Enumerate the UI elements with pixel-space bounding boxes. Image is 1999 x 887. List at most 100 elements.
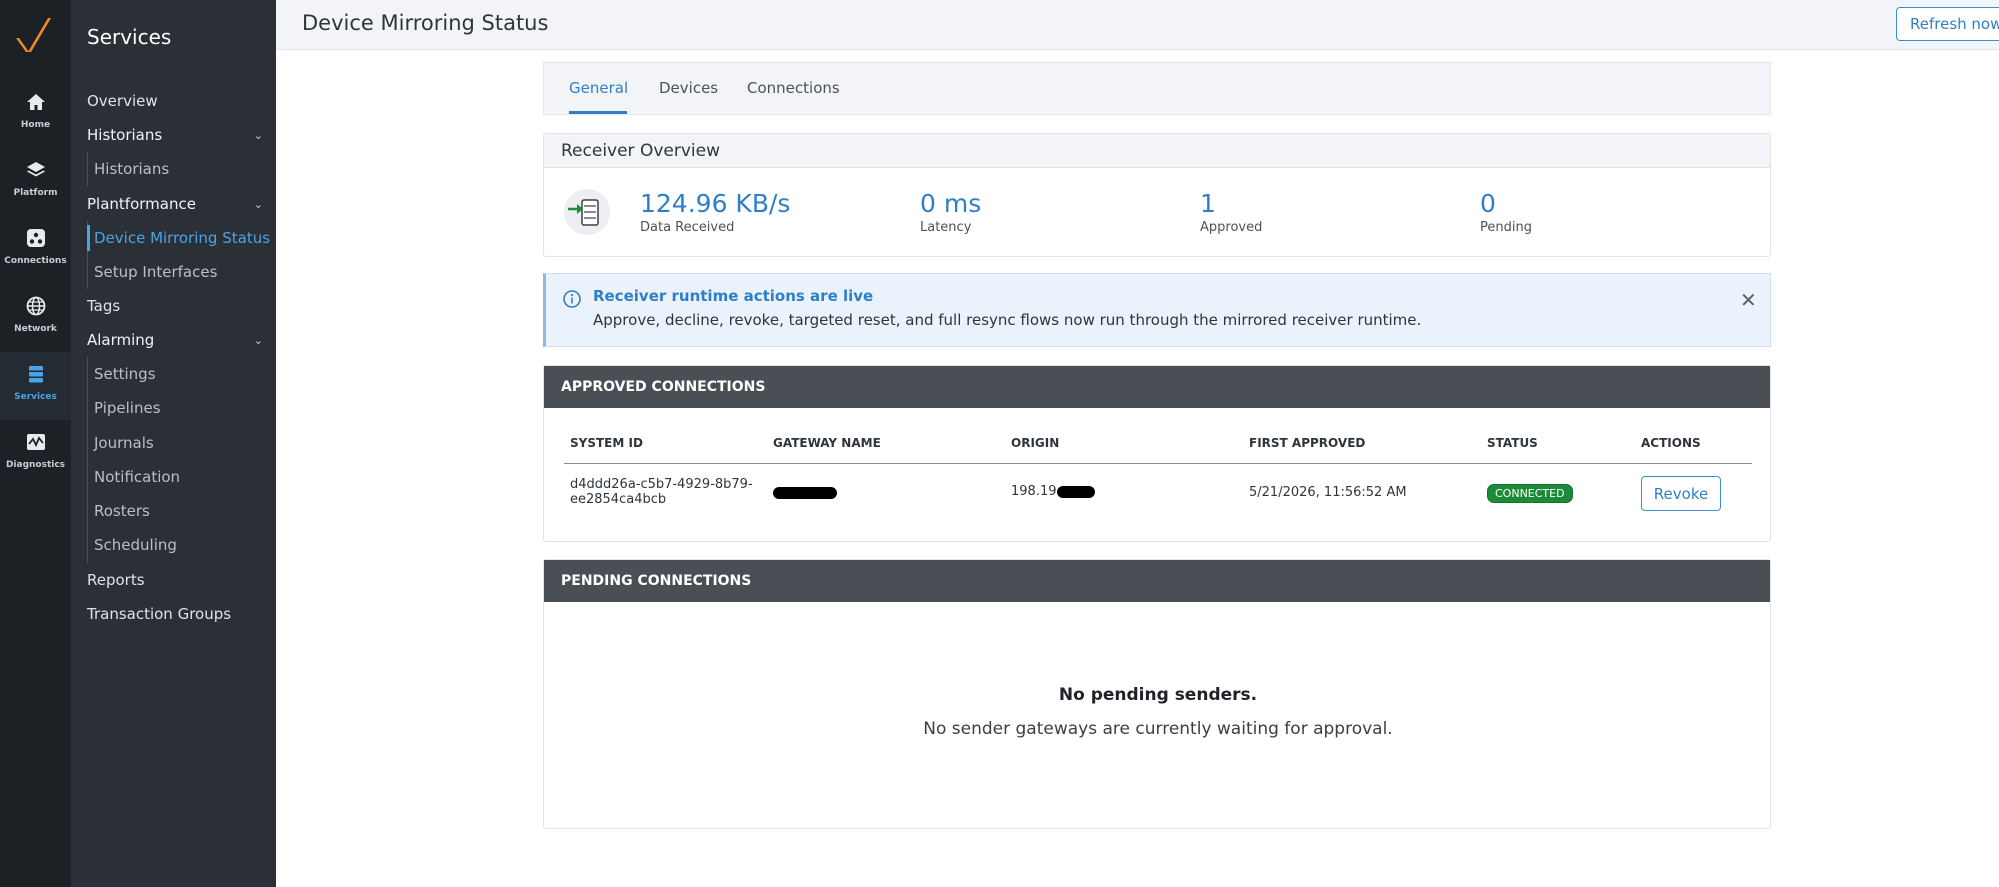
nav-label: Overview (87, 92, 158, 110)
receiver-overview-card: Receiver Overview 124.96 KB/s Data Recei… (543, 133, 1771, 257)
rail-item-home[interactable]: Home (0, 80, 71, 148)
tab-general[interactable]: General (569, 79, 628, 97)
nav-tree-line (87, 357, 88, 563)
stat-label: Pending (1480, 220, 1532, 235)
status-badge: CONNECTED (1487, 484, 1573, 503)
nav-item-historians[interactable]: Historians (94, 154, 274, 184)
pending-connections-card: PENDING CONNECTIONS No pending senders. … (543, 559, 1771, 829)
nav-item-tags[interactable]: Tags (87, 291, 267, 321)
nav-title: Services (87, 25, 172, 49)
column-header[interactable]: FIRST APPROVED (1249, 436, 1365, 450)
nav-label: Plantformance (87, 195, 196, 213)
page-title: Device Mirroring Status (302, 11, 549, 35)
globe-icon (24, 294, 48, 318)
nav-label: Scheduling (94, 536, 177, 554)
revoke-button[interactable]: Revoke (1641, 476, 1721, 511)
first-approved-cell: 5/21/2026, 11:56:52 AM (1249, 485, 1407, 500)
nav-item-device-mirroring-status[interactable]: Device Mirroring Status (94, 223, 274, 253)
column-header[interactable]: ORIGIN (1011, 436, 1059, 450)
stat-pending: 0 Pending (1480, 189, 1532, 235)
rail-label: Platform (13, 188, 58, 198)
info-alert: Receiver runtime actions are live Approv… (543, 273, 1771, 347)
chevron-down-icon: ⌄ (253, 333, 263, 347)
nav-item-journals[interactable]: Journals (94, 428, 274, 458)
gateway-name-cell (773, 485, 837, 500)
nav-label: Settings (94, 365, 156, 383)
alert-title: Receiver runtime actions are live (593, 287, 874, 305)
stat-value: 1 (1200, 189, 1216, 218)
nav-item-pipelines[interactable]: Pipelines (94, 393, 274, 423)
nav-item-scheduling[interactable]: Scheduling (94, 530, 274, 560)
approved-connections-card: APPROVED CONNECTIONS SYSTEM ID GATEWAY N… (543, 365, 1771, 542)
stat-approved: 1 Approved (1200, 189, 1262, 235)
stat-value: 124.96 KB/s (640, 189, 791, 218)
nav-item-rosters[interactable]: Rosters (94, 496, 274, 526)
stat-label: Approved (1200, 220, 1263, 235)
rail-label: Services (14, 392, 57, 402)
active-indicator (87, 225, 90, 251)
chevron-down-icon: ⌄ (253, 128, 263, 142)
rail-label: Home (20, 120, 51, 130)
rail-item-diagnostics[interactable]: Diagnostics (0, 420, 71, 488)
nav-group-historians[interactable]: Historians ⌄ (87, 120, 267, 150)
diagnostics-icon (24, 430, 48, 454)
close-icon[interactable]: ✕ (1740, 288, 1757, 312)
refresh-now-button[interactable]: Refresh now (1896, 7, 1999, 41)
active-tab-indicator (569, 111, 627, 114)
rail-item-services[interactable]: Services (0, 352, 71, 420)
stat-label: Data Received (640, 220, 735, 235)
nav-label: Pipelines (94, 399, 161, 417)
nav-item-reports[interactable]: Reports (87, 565, 267, 595)
receiver-server-icon (564, 189, 610, 235)
chevron-down-icon: ⌄ (253, 197, 263, 211)
nav-label: Transaction Groups (87, 605, 232, 623)
nav-item-settings[interactable]: Settings (94, 359, 274, 389)
rail-label: Diagnostics (5, 460, 66, 470)
stat-latency: 0 ms Latency (920, 189, 981, 235)
column-header[interactable]: SYSTEM ID (570, 436, 643, 450)
nav-group-plantformance[interactable]: Plantformance ⌄ (87, 189, 267, 219)
redaction-mark (1056, 485, 1095, 498)
home-icon (24, 90, 48, 114)
origin-cell: 198.19 (1011, 484, 1095, 499)
stat-label: Latency (920, 220, 972, 235)
system-id-line: ee2854ca4bcb (570, 492, 667, 507)
services-icon (24, 362, 48, 386)
nav-item-notification[interactable]: Notification (94, 462, 274, 492)
approved-connections-title: APPROVED CONNECTIONS (544, 366, 1770, 408)
nav-label: Tags (87, 297, 121, 315)
nav-label: Reports (87, 571, 145, 589)
nav-label: Journals (94, 434, 154, 452)
rail-item-connections[interactable]: Connections (0, 216, 71, 284)
stat-data-received: 124.96 KB/s Data Received (640, 189, 790, 235)
column-header[interactable]: GATEWAY NAME (773, 436, 881, 450)
origin-text: 198.19 (1011, 484, 1057, 499)
stat-value: 0 (1480, 189, 1496, 218)
logo-icon[interactable] (10, 12, 60, 62)
nav-label: Historians (94, 160, 170, 178)
connections-icon (24, 226, 48, 250)
nav-label: Notification (94, 468, 181, 486)
rail-item-network[interactable]: Network (0, 284, 71, 352)
redaction-mark (773, 486, 837, 499)
nav-tree-line (87, 152, 88, 186)
nav-item-overview[interactable]: Overview (87, 86, 267, 116)
system-id-line: d4ddd26a-c5b7-4929-8b79- (570, 477, 753, 492)
stat-value: 0 ms (920, 189, 982, 218)
nav-label: Alarming (87, 331, 155, 349)
column-header[interactable]: STATUS (1487, 436, 1538, 450)
info-icon (562, 289, 582, 309)
column-header[interactable]: ACTIONS (1641, 436, 1701, 450)
tab-devices[interactable]: Devices (659, 79, 718, 97)
nav-item-transaction-groups[interactable]: Transaction Groups (87, 599, 267, 629)
nav-group-alarming[interactable]: Alarming ⌄ (87, 325, 267, 355)
page-header: Device Mirroring Status Refresh now (276, 0, 1999, 50)
alert-message: Approve, decline, revoke, targeted reset… (593, 311, 1422, 329)
nav-item-setup-interfaces[interactable]: Setup Interfaces (94, 257, 274, 287)
rail-item-platform[interactable]: Platform (0, 148, 71, 216)
rail-label: Connections (4, 256, 67, 266)
tab-connections[interactable]: Connections (747, 79, 840, 97)
receiver-overview-title: Receiver Overview (544, 134, 1770, 168)
nav-label: Historians (87, 126, 163, 144)
tab-bar: General Devices Connections (543, 62, 1771, 115)
